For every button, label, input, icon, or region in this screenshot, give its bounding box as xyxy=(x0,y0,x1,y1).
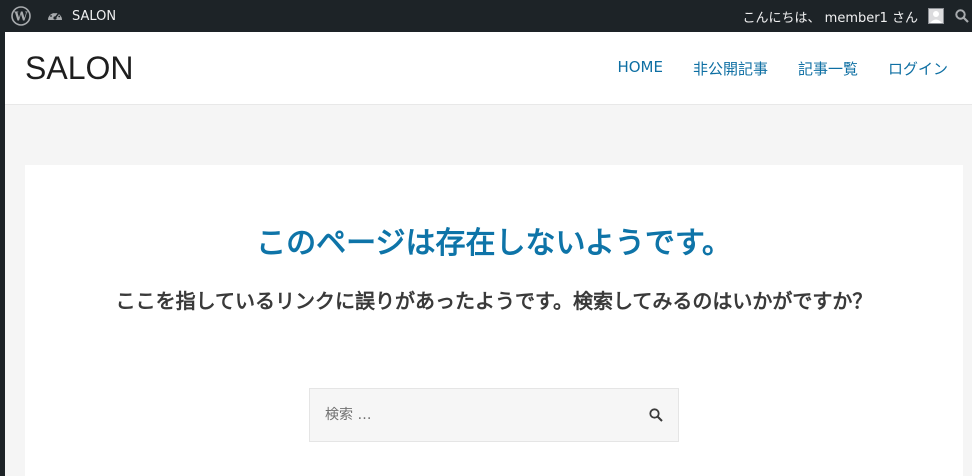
nav-item-login[interactable]: ログイン xyxy=(888,58,948,79)
nav-item-home[interactable]: HOME xyxy=(617,58,663,79)
admin-bar: W SALON こんにちは、 member1 さん xyxy=(0,0,972,32)
nav-item-private-posts[interactable]: 非公開記事 xyxy=(693,58,768,79)
site-name-label: SALON xyxy=(72,8,117,24)
wordpress-icon[interactable]: W xyxy=(10,6,32,26)
user-greeting[interactable]: こんにちは、 member1 さん xyxy=(743,6,918,26)
content-card: このページは存在しないようです。 ここを指しているリンクに誤りがあったようです。… xyxy=(25,165,963,476)
nav-item-post-list[interactable]: 記事一覧 xyxy=(798,58,858,79)
site-name-link[interactable]: SALON xyxy=(46,6,116,26)
dashboard-icon xyxy=(46,7,64,25)
site-header: SALON HOME 非公開記事 記事一覧 ログイン xyxy=(5,32,972,105)
search-input[interactable] xyxy=(310,389,630,441)
svg-text:W: W xyxy=(13,10,28,24)
search-submit-icon[interactable] xyxy=(648,407,664,423)
page-title: このページは存在しないようです。 xyxy=(256,226,732,261)
page-description: ここを指しているリンクに誤りがあったようです。検索してみるのはいかがですか？ xyxy=(115,289,873,313)
main-navigation: HOME 非公開記事 記事一覧 ログイン xyxy=(617,58,948,79)
site-logo[interactable]: SALON xyxy=(25,50,133,87)
avatar[interactable] xyxy=(928,8,944,24)
search-icon[interactable] xyxy=(954,8,970,24)
search-form xyxy=(309,388,679,442)
